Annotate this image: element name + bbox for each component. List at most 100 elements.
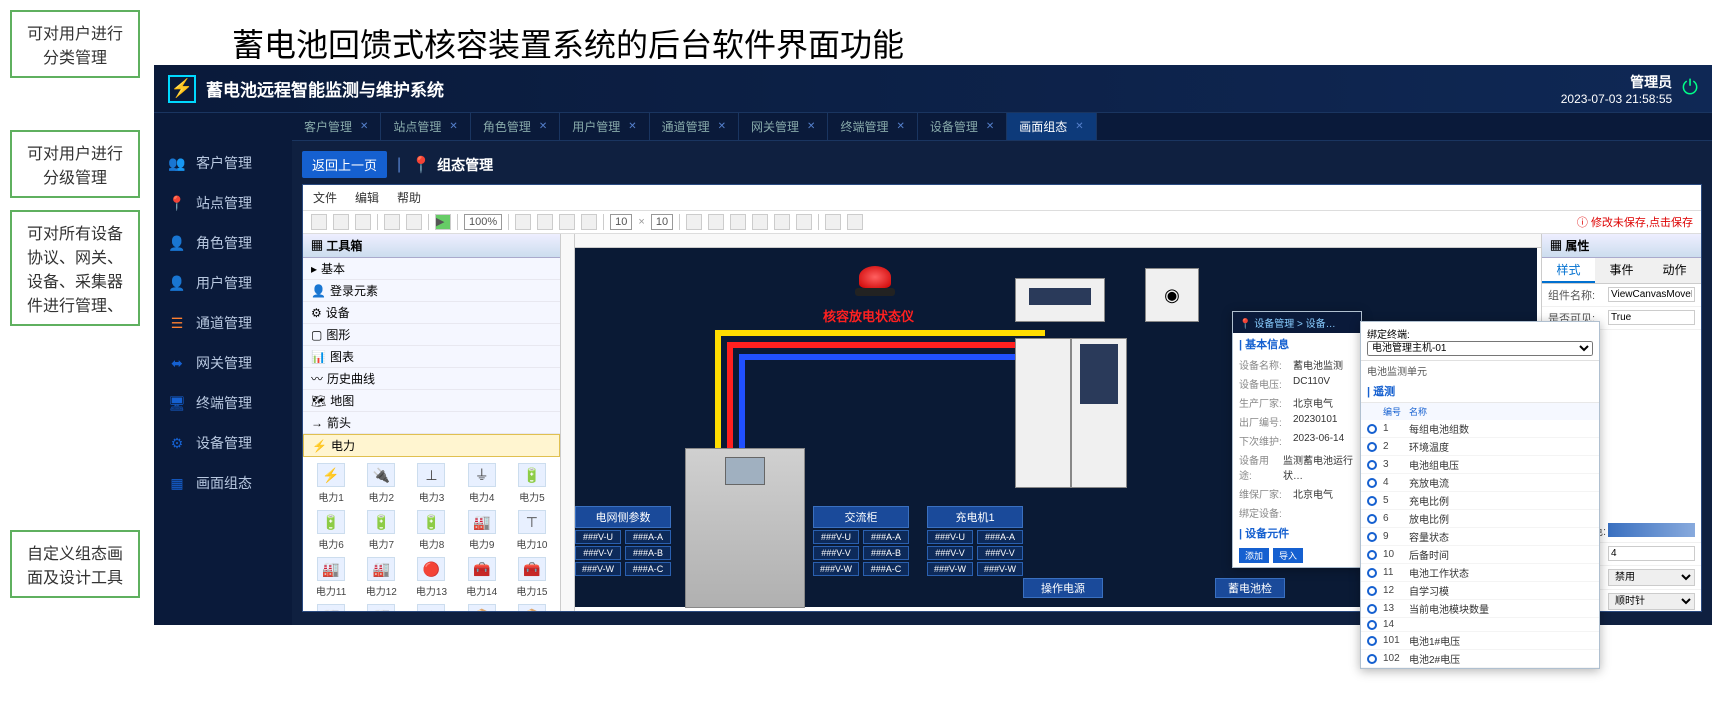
radio-icon[interactable] [1367,478,1377,488]
zoom-level[interactable]: 100% [464,214,502,230]
toolbox-item-14[interactable]: 🧰电力15 [508,555,556,600]
alarm-light-icon[interactable] [855,266,895,302]
power-icon[interactable]: ⏻ [1682,77,1698,100]
telemetry-row[interactable]: 14 [1361,618,1599,632]
tb-align-top-icon[interactable] [752,214,768,230]
telemetry-row[interactable]: 4充放电流 [1361,474,1599,492]
tb-align-left-icon[interactable] [686,214,702,230]
toolbox-item-8[interactable]: 🏭电力9 [458,508,506,553]
toolbox-cat-6[interactable]: 🗺地图 [303,390,560,412]
prop-tab-event[interactable]: 事件 [1595,258,1648,283]
telemetry-row[interactable]: 9容量状态 [1361,528,1599,546]
tab-close-icon[interactable]: ✕ [1075,121,1083,132]
prop-visible-input[interactable] [1608,310,1695,325]
sidebar-item-0[interactable]: 👥客户管理 [154,143,292,183]
telemetry-row[interactable]: 1每组电池组数 [1361,420,1599,438]
pipe-yellow[interactable] [715,330,1045,336]
radio-icon[interactable] [1367,636,1377,646]
telemetry-row[interactable]: 101电池1#电压 [1361,632,1599,650]
tab-1[interactable]: 站点管理✕ [381,113,470,140]
import-button[interactable]: 导入 [1273,548,1303,563]
radio-icon[interactable] [1367,514,1377,524]
prop-name-input[interactable] [1608,287,1695,302]
radio-icon[interactable] [1367,496,1377,506]
toolbox-cat-4[interactable]: 📊图表 [303,346,560,368]
telemetry-row[interactable]: 12自学习模 [1361,582,1599,600]
telemetry-row[interactable]: 5充电比例 [1361,492,1599,510]
telemetry-row[interactable]: 10后备时间 [1361,546,1599,564]
telemetry-row[interactable]: 6放电比例 [1361,510,1599,528]
telemetry-row[interactable]: 3电池组电压 [1361,456,1599,474]
pipe-red[interactable] [727,342,1057,348]
tab-6[interactable]: 终端管理✕ [828,113,917,140]
telemetry-row[interactable]: 2环境温度 [1361,438,1599,456]
toolbox-item-17[interactable]: ⚠电力18 [407,602,455,611]
toolbox-item-1[interactable]: 🔌电力2 [357,461,405,506]
telemetry-row[interactable]: 13当前电池模块数量 [1361,600,1599,618]
radio-icon[interactable] [1367,460,1377,470]
menu-help[interactable]: 帮助 [397,189,421,206]
direction-select[interactable]: 顺时针 [1608,593,1695,610]
tab-close-icon[interactable]: ✕ [360,121,368,132]
radio-icon[interactable] [1367,586,1377,596]
tab-close-icon[interactable]: ✕ [539,121,547,132]
toolbox-cat-7[interactable]: →箭头 [303,412,560,434]
tab-7[interactable]: 设备管理✕ [918,113,1007,140]
toolbox-item-15[interactable]: 🏭电力16 [307,602,355,611]
main-cabinet[interactable] [685,448,805,608]
radio-icon[interactable] [1367,568,1377,578]
toolbox-cat-0[interactable]: ▸基本 [303,258,560,280]
sidebar-item-6[interactable]: 🖥终端管理 [154,383,292,423]
toolbox-cat-2[interactable]: ⚙设备 [303,302,560,324]
telemetry-row[interactable]: 11电池工作状态 [1361,564,1599,582]
device-rack-3[interactable] [1071,338,1127,488]
sidebar-item-4[interactable]: ☰通道管理 [154,303,292,343]
bind-terminal-select[interactable]: 电池管理主机-01 [1367,341,1593,356]
toolbox-item-16[interactable]: 🏭电力17 [357,602,405,611]
tab-5[interactable]: 网关管理✕ [739,113,828,140]
tb-play-icon[interactable]: ▶ [435,214,451,230]
radio-icon[interactable] [1367,604,1377,614]
sidebar-item-8[interactable]: ▦画面组态 [154,463,292,503]
telemetry-row[interactable]: 102电池2#电压 [1361,650,1599,668]
tb-unlock-icon[interactable] [847,214,863,230]
toolbox-cat-8[interactable]: ⚡电力 [303,434,560,457]
device-switch-1[interactable]: ◉ [1145,268,1199,322]
tab-close-icon[interactable]: ✕ [449,121,457,132]
sidebar-item-2[interactable]: 👤角色管理 [154,223,292,263]
prop-tab-action[interactable]: 动作 [1648,258,1701,283]
batt-det-label[interactable]: 蓄电池检 [1215,578,1285,598]
toolbox-item-18[interactable]: 📦电力19 [458,602,506,611]
back-button[interactable]: 返回上一页 [302,151,387,178]
outline-width-input[interactable] [1608,546,1695,561]
tab-4[interactable]: 通道管理✕ [650,113,739,140]
tb-copy-icon[interactable] [537,214,553,230]
tab-0[interactable]: 客户管理✕ [292,113,381,140]
toolbox-item-10[interactable]: 🏭电力11 [307,555,355,600]
tab-8[interactable]: 画面组态✕ [1007,113,1096,140]
toolbox-item-19[interactable]: 📦电力20 [508,602,556,611]
tb-align-right-icon[interactable] [730,214,746,230]
tab-close-icon[interactable]: ✕ [896,121,904,132]
device-rack-1[interactable] [1015,278,1105,322]
radio-icon[interactable] [1367,532,1377,542]
toolbox-item-13[interactable]: 🧰电力14 [458,555,506,600]
tab-3[interactable]: 用户管理✕ [560,113,649,140]
flow-cond-select[interactable]: 禁用 [1608,569,1695,586]
prop-tab-style[interactable]: 样式 [1542,258,1595,283]
tb-undo-icon[interactable] [384,214,400,230]
tb-redo-icon[interactable] [406,214,422,230]
grid-h[interactable]: 10 [651,214,673,230]
add-button[interactable]: 添加 [1239,548,1269,563]
tb-save-icon[interactable] [355,214,371,230]
toolbox-item-2[interactable]: ⊥电力3 [407,461,455,506]
sidebar-item-3[interactable]: 👤用户管理 [154,263,292,303]
tab-close-icon[interactable]: ✕ [807,121,815,132]
radio-icon[interactable] [1367,424,1377,434]
sidebar-item-7[interactable]: ⚙设备管理 [154,423,292,463]
radio-icon[interactable] [1367,620,1377,630]
toolbox-item-12[interactable]: 🔴电力13 [407,555,455,600]
toolbox-cat-3[interactable]: ▢图形 [303,324,560,346]
tb-cut-icon[interactable] [515,214,531,230]
toolbox-item-9[interactable]: ⊤电力10 [508,508,556,553]
